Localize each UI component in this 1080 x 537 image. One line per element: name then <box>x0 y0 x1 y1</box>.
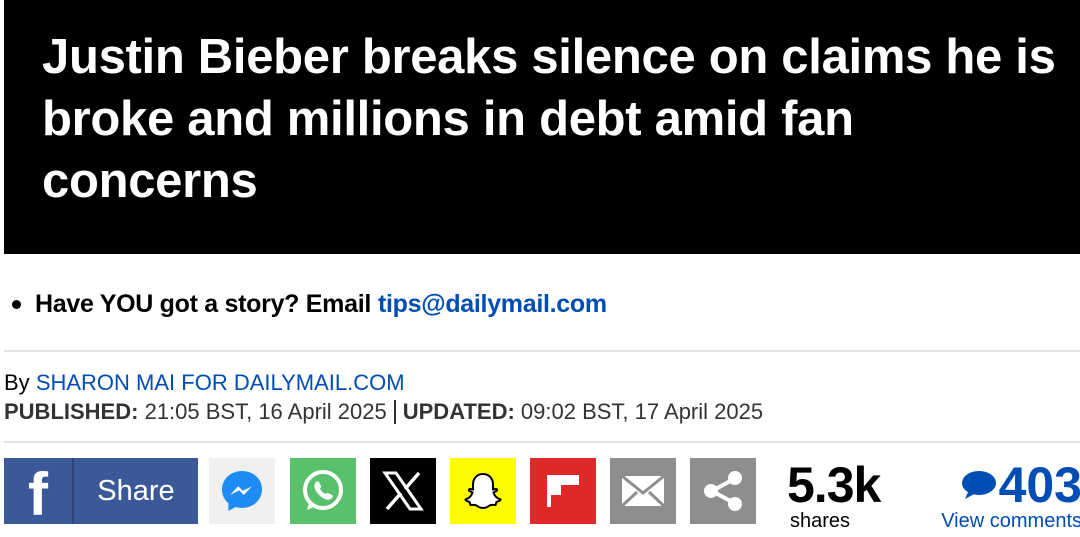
author-link[interactable]: SHARON MAI FOR DAILYMAIL.COM <box>36 370 405 395</box>
updated-value: 09:02 BST, 17 April 2025 <box>520 399 764 424</box>
tips-text: Have YOU got a story? Email <box>35 290 371 318</box>
flipboard-share-button[interactable] <box>530 458 596 524</box>
email-icon <box>620 474 666 508</box>
facebook-share-label: Share <box>97 474 175 507</box>
comments-label: View comments <box>941 510 1080 532</box>
share-count-number: 5.3k <box>787 457 881 513</box>
date-separator <box>393 400 396 424</box>
snapchat-icon <box>464 472 502 510</box>
flipboard-icon <box>547 475 579 507</box>
published-value: 21:05 BST, 16 April 2025 <box>144 399 387 424</box>
whatsapp-icon <box>303 470 343 510</box>
messenger-share-button[interactable] <box>209 458 275 524</box>
share-count-label: shares <box>790 510 851 532</box>
article-headline: Justin Bieber breaks silence on claims h… <box>42 30 1056 208</box>
share-count: 5.3k shares <box>787 457 881 532</box>
article-dates: PUBLISHED: 21:05 BST, 16 April 2025 UPDAT… <box>4 399 763 425</box>
updated-label: UPDATED: <box>402 399 515 424</box>
whatsapp-share-button[interactable] <box>290 458 356 524</box>
divider <box>4 350 1080 352</box>
messenger-icon <box>222 471 262 511</box>
comments-link[interactable]: 403 View comments <box>930 457 1080 532</box>
divider <box>4 441 1080 443</box>
tips-email-link[interactable]: tips@dailymail.com <box>378 290 607 319</box>
share-icon <box>704 471 742 511</box>
x-share-button[interactable] <box>370 458 436 524</box>
more-share-button[interactable] <box>690 458 756 524</box>
comment-bubble-icon <box>961 471 996 499</box>
comments-count: 403 <box>998 457 1080 513</box>
byline: By SHARON MAI FOR DAILYMAIL.COM <box>4 370 405 396</box>
bullet-icon <box>12 300 21 309</box>
x-icon <box>382 471 424 511</box>
facebook-icon: f <box>4 458 74 525</box>
snapchat-share-button[interactable] <box>450 458 516 524</box>
byline-prefix: By <box>4 370 30 395</box>
email-share-button[interactable] <box>610 458 676 524</box>
published-label: PUBLISHED: <box>4 399 139 424</box>
facebook-share-button[interactable]: f Share <box>4 458 198 525</box>
share-bar: f Share 5.3k shares 403 View comments <box>4 458 1080 531</box>
headline-banner: Justin Bieber breaks silence on claims h… <box>4 0 1080 254</box>
tips-line: Have YOU got a story? Email tips@dailyma… <box>10 290 607 319</box>
